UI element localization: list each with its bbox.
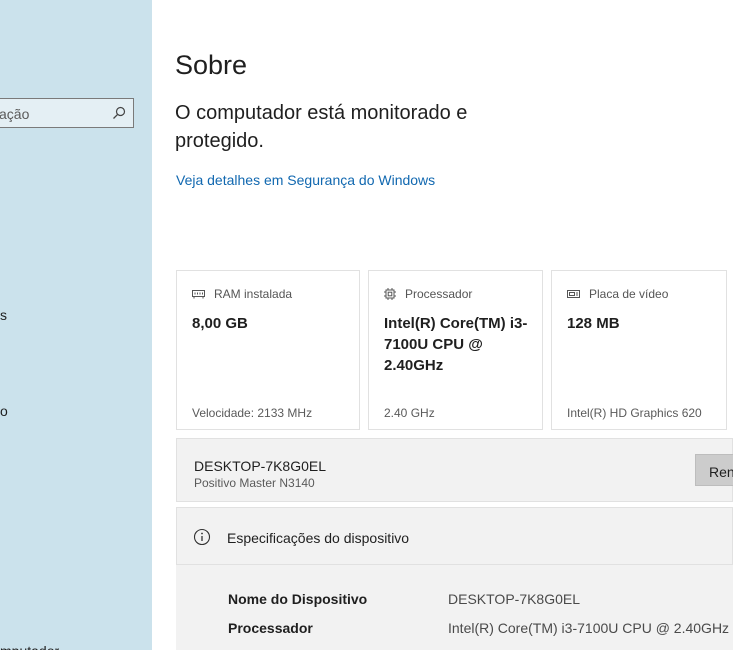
device-rename-panel: DESKTOP-7K8G0EL Positivo Master N3140 Re…: [176, 438, 733, 502]
graphics-adapter-name: Intel(R) HD Graphics 620: [567, 406, 702, 420]
memory-icon: [192, 290, 205, 299]
ram-speed: Velocidade: 2133 MHz: [192, 406, 313, 420]
device-specs-title: Especificações do dispositivo: [227, 530, 410, 546]
spec-label-processor: Processador: [228, 620, 313, 636]
search-box[interactable]: ação: [0, 98, 134, 128]
search-icon[interactable]: [112, 106, 126, 120]
device-specs-header[interactable]: Especificações do dispositivo: [176, 507, 733, 565]
graphics-memory-value: 128 MB: [567, 315, 620, 332]
sidebar-item-partial[interactable]: o: [0, 403, 8, 419]
device-name: DESKTOP-7K8G0EL: [194, 458, 327, 474]
security-details-link[interactable]: Veja detalhes em Segurança do Windows: [176, 172, 435, 188]
processor-speed: 2.40 GHz: [384, 406, 435, 420]
processor-label: Processador: [405, 287, 473, 301]
sidebar-item-partial[interactable]: s: [0, 307, 7, 323]
spec-value-processor: Intel(R) Core(TM) i3-7100U CPU @ 2.40GHz…: [448, 620, 733, 636]
graphics-label: Placa de vídeo: [589, 287, 669, 301]
search-input[interactable]: ação: [0, 106, 29, 122]
ram-label: RAM instalada: [214, 287, 293, 301]
spec-value-device-name: DESKTOP-7K8G0EL: [448, 591, 581, 607]
sidebar-item-partial[interactable]: mputador: [0, 643, 59, 650]
processor-icon: [384, 288, 396, 300]
ram-value: 8,00 GB: [192, 315, 248, 332]
graphics-card: Placa de vídeo 128 MB Intel(R) HD Graphi…: [551, 270, 727, 430]
protection-status: O computador está monitorado e protegido…: [175, 102, 468, 152]
spec-label-device-name: Nome do Dispositivo: [228, 591, 368, 607]
info-icon: [193, 528, 211, 546]
rename-pc-button[interactable]: Renomear este PC: [695, 454, 733, 486]
main-content: Sobre O computador está monitorado e pro…: [152, 0, 733, 650]
processor-card: Processador Intel(R) Core(TM) i3-7100U C…: [368, 270, 543, 430]
device-specs-list: Nome do Dispositivo DESKTOP-7K8G0EL Proc…: [176, 565, 733, 650]
ram-card: RAM instalada 8,00 GB Velocidade: 2133 M…: [176, 270, 360, 430]
sidebar: ação s o mputador: [0, 0, 152, 650]
processor-value: Intel(R) Core(TM) i3-7100U CPU @ 2.40GHz: [384, 315, 528, 374]
page-title: Sobre: [175, 50, 248, 80]
device-model: Positivo Master N3140: [194, 476, 315, 490]
graphics-card-icon: [567, 290, 580, 298]
